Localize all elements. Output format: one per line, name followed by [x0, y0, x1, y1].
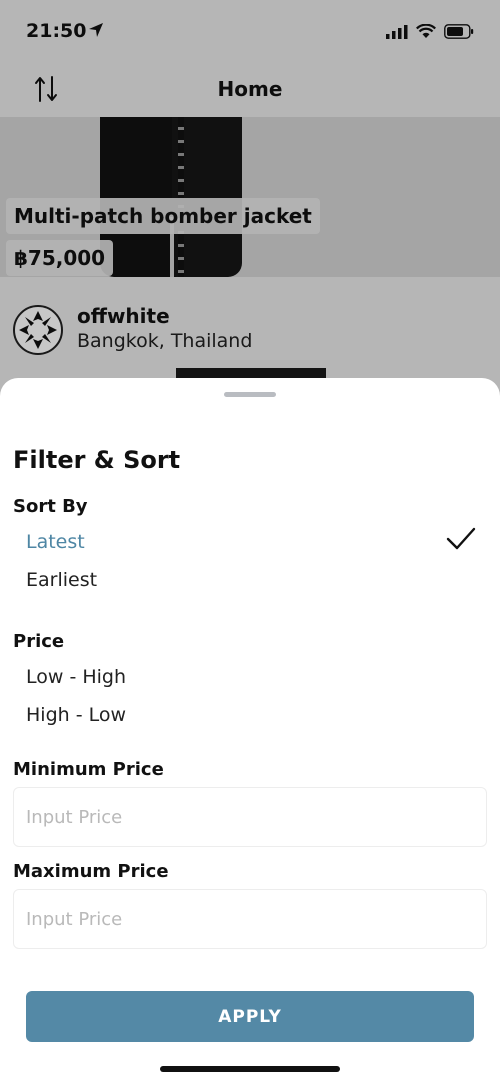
checkmark-icon: [446, 527, 476, 550]
minimum-price-input[interactable]: [14, 788, 486, 846]
apply-button[interactable]: APPLY: [26, 991, 474, 1042]
price-option-high-low[interactable]: High - Low: [26, 704, 126, 726]
minimum-price-field: [13, 787, 487, 847]
sheet-title: Filter & Sort: [13, 446, 181, 474]
home-indicator[interactable]: [160, 1066, 340, 1072]
price-option-low-high[interactable]: Low - High: [26, 666, 126, 688]
sort-option-latest[interactable]: Latest: [26, 531, 85, 553]
minimum-price-label: Minimum Price: [13, 759, 164, 780]
sort-by-label: Sort By: [13, 496, 88, 517]
maximum-price-label: Maximum Price: [13, 861, 169, 882]
sheet-grabber[interactable]: [224, 392, 276, 397]
sort-option-earliest[interactable]: Earliest: [26, 569, 97, 591]
maximum-price-field: [13, 889, 487, 949]
maximum-price-input[interactable]: [14, 890, 486, 948]
filter-sort-sheet: Filter & Sort Sort By Latest Earliest Pr…: [0, 378, 500, 1082]
price-label: Price: [13, 631, 65, 652]
